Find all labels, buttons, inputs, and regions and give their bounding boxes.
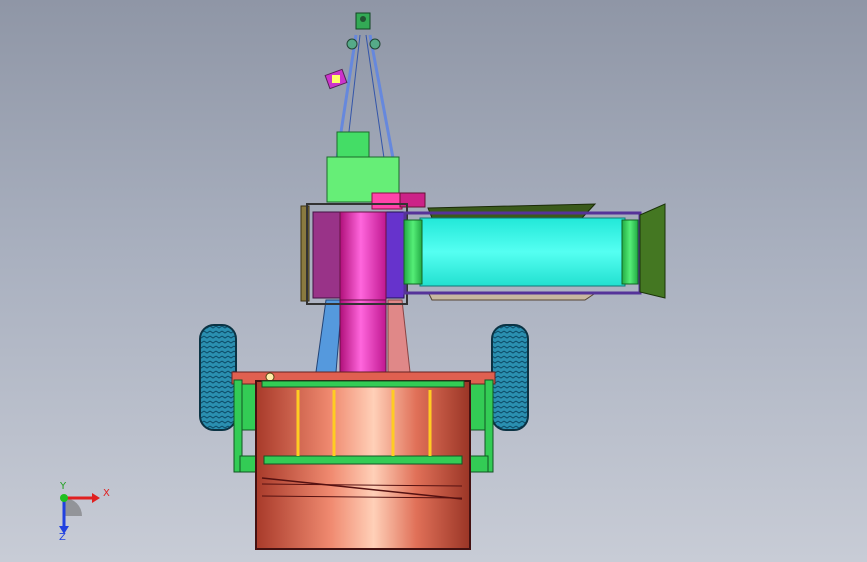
- coordinate-triad: X Y Z: [48, 482, 118, 544]
- chipper-drum[interactable]: [255, 380, 471, 550]
- x-axis-label: X: [103, 488, 110, 499]
- feed-conveyor[interactable]: [403, 203, 666, 301]
- z-axis-label: Z: [59, 532, 66, 543]
- y-axis-dot: [60, 494, 68, 502]
- engine-housing[interactable]: [326, 131, 426, 210]
- x-axis-arrow: [92, 493, 100, 503]
- motor-housing[interactable]: [300, 203, 408, 305]
- y-axis-label: Y: [60, 481, 67, 492]
- machine-model[interactable]: [0, 0, 867, 562]
- cad-viewport[interactable]: X Y Z: [0, 0, 867, 562]
